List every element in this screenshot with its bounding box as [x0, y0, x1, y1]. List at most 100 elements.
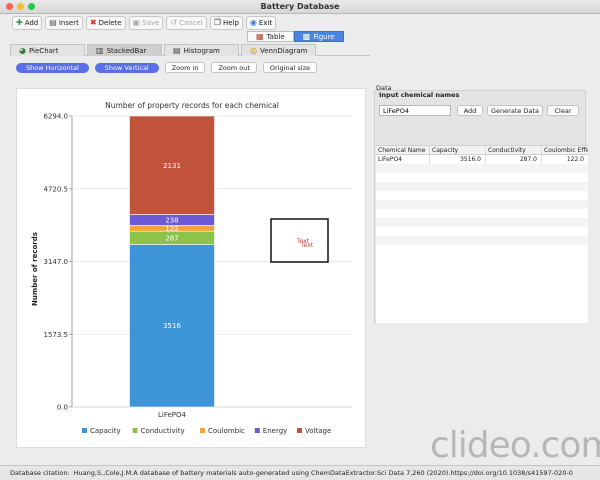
bar-value-label: 2131	[163, 162, 181, 170]
empty-table-row	[376, 200, 588, 209]
table-row[interactable]: LiFePO4 3516.0 287.0 122.0	[376, 155, 588, 164]
add-label: Add	[24, 18, 39, 27]
save-button[interactable]: ▣ Save	[128, 15, 164, 30]
tab-histogram[interactable]: ▤ Histogram	[164, 44, 239, 56]
chart-controls: Show Horizontal Show Vertical Zoom in Zo…	[16, 62, 318, 73]
show-horizontal-button[interactable]: Show Horizontal	[16, 62, 89, 73]
undo-icon: ↺	[170, 17, 178, 27]
bar-value-label: 3516	[163, 322, 181, 330]
chemical-name-input[interactable]	[379, 105, 451, 116]
tab-table[interactable]: ▦ Table	[247, 31, 294, 42]
tooltip-text-shadow: Text	[300, 242, 314, 249]
bar-value-label: 122	[165, 225, 178, 233]
exit-button[interactable]: ◉ Exit	[245, 15, 277, 30]
cell-chemical-name: LiFePO4	[376, 155, 430, 164]
generate-data-button[interactable]: Generate Data	[487, 105, 543, 116]
citation-text: Huang,S.,Cole,J.M.A database of battery …	[73, 469, 573, 477]
column-header-capacity[interactable]: Capacity	[430, 146, 486, 154]
chart-panel: Number of property records for each chem…	[16, 88, 366, 448]
legend-label-coulombic: Coulombic	[208, 427, 245, 435]
tab-stackedbar[interactable]: ▥ StackedBar	[87, 44, 162, 56]
figure-icon: ▩	[302, 31, 311, 41]
empty-table-row	[376, 182, 588, 191]
legend-label-conductivity: Conductivity	[141, 427, 185, 435]
tab-figure[interactable]: ▩ Figure	[293, 31, 344, 42]
tab-piechart[interactable]: ◕ PieChart	[10, 44, 85, 56]
insert-button[interactable]: ▤ Insert	[45, 15, 83, 30]
legend-label-voltage: Voltage	[305, 427, 331, 435]
data-table: Chemical Name Capacity Conductivity Coul…	[376, 145, 588, 323]
legend-swatch-capacity	[82, 428, 87, 433]
show-vertical-button[interactable]: Show Vertical	[94, 62, 159, 73]
bar-value-label: 238	[165, 217, 178, 225]
add-chemical-button[interactable]: Add	[457, 105, 483, 116]
save-icon: ▣	[132, 17, 141, 27]
zoom-out-button[interactable]: Zoom out	[211, 62, 257, 73]
y-tick-label: 0.0	[57, 404, 68, 412]
empty-table-row	[376, 173, 588, 182]
y-axis-label: Number of records	[31, 232, 39, 306]
cell-coulombic: 122.0	[566, 156, 584, 163]
legend-label-energy: Energy	[263, 427, 288, 435]
chart-type-tabs: ◕ PieChart ▥ StackedBar ▤ Histogram ◎ VennDi…	[10, 44, 370, 56]
histogram-icon: ▤	[173, 45, 181, 55]
input-chemicals-box: Input chemical names Add Generate Data C…	[374, 90, 588, 323]
help-book-icon: ❐	[213, 17, 221, 27]
exit-globe-icon: ◉	[249, 17, 257, 27]
table-header-row: Chemical Name Capacity Conductivity Coul…	[376, 146, 588, 155]
y-tick-label: 4720.5	[44, 185, 69, 193]
tab-figure-label: Figure	[313, 32, 335, 41]
empty-table-row	[376, 191, 588, 200]
data-side-panel: Data Input chemical names Add Generate D…	[372, 82, 590, 460]
y-tick-label: 6294.0	[44, 113, 69, 121]
toolbar: ✚ Add ▤ Insert ✖ Delete ▣ Save ↺ Cancel ❐ Help…	[0, 14, 600, 31]
clear-button[interactable]: Clear	[547, 105, 579, 116]
pie-chart-icon: ◕	[19, 45, 26, 55]
citation-label: Database citation:	[10, 469, 70, 477]
status-bar: Database citation: Huang,S.,Cole,J.M.A d…	[0, 465, 600, 480]
cancel-button[interactable]: ↺ Cancel	[166, 15, 207, 30]
column-header-conductivity[interactable]: Conductivity	[486, 146, 542, 154]
tab-stackedbar-label: StackedBar	[106, 46, 147, 55]
help-button[interactable]: ❐ Help	[209, 15, 243, 30]
insert-icon: ▤	[49, 17, 57, 27]
tab-piechart-label: PieChart	[28, 46, 59, 55]
plus-icon: ✚	[16, 17, 23, 27]
empty-table-row	[376, 227, 588, 236]
zoom-in-button[interactable]: Zoom in	[164, 62, 206, 73]
delete-x-icon: ✖	[89, 17, 97, 27]
tab-table-label: Table	[266, 32, 285, 41]
column-header-coulombic[interactable]: Coulombic Effic	[542, 146, 588, 154]
cancel-label: Cancel	[179, 18, 203, 27]
insert-label: Insert	[58, 18, 79, 27]
tab-venndiagram-label: VennDiagram	[259, 46, 308, 55]
legend-swatch-coulombic	[200, 428, 205, 433]
help-label: Help	[222, 18, 239, 27]
view-tabs: ▦ Table ▩ Figure	[247, 31, 344, 42]
tab-venndiagram[interactable]: ◎ VennDiagram	[241, 44, 316, 56]
empty-table-row	[376, 209, 588, 218]
window-titlebar: Battery Database	[0, 0, 600, 14]
legend-label-capacity: Capacity	[90, 427, 121, 435]
save-label: Save	[142, 18, 160, 27]
delete-label: Delete	[98, 18, 122, 27]
venn-diagram-icon: ◎	[250, 45, 257, 55]
original-size-button[interactable]: Original size	[262, 62, 318, 73]
column-header-chemical-name[interactable]: Chemical Name	[376, 146, 430, 154]
stacked-bar-chart: Number of property records for each chem…	[31, 101, 352, 435]
tab-histogram-label: Histogram	[183, 46, 220, 55]
empty-table-row	[376, 218, 588, 227]
table-icon: ▦	[256, 31, 264, 41]
input-chemicals-label: Input chemical names	[379, 91, 460, 99]
legend-swatch-voltage	[297, 428, 302, 433]
legend-swatch-energy	[254, 428, 260, 433]
window-title: Battery Database	[260, 2, 340, 11]
exit-label: Exit	[258, 18, 273, 27]
add-button[interactable]: ✚ Add	[12, 15, 43, 30]
x-tick-label: LiFePO4	[158, 411, 187, 419]
cell-capacity: 3516.0	[430, 155, 486, 164]
bar-value-label: 287	[165, 234, 178, 242]
chart-title: Number of property records for each chem…	[105, 101, 279, 110]
legend-swatch-conductivity	[132, 428, 138, 433]
delete-button[interactable]: ✖ Delete	[85, 15, 126, 30]
